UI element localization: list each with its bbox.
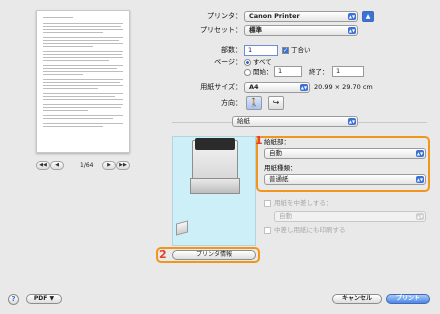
popup-arrows-icon: ▲▼ [300, 84, 308, 91]
media-type-value: 普通紙 [269, 175, 289, 183]
next-page-button[interactable]: ▶ [102, 161, 116, 170]
pages-from-label: 開始： [253, 68, 273, 76]
pages-all-label: すべて [253, 58, 272, 66]
page-indicator: 1/64 [80, 162, 94, 169]
pdf-menu-button[interactable]: PDF ▼ [26, 294, 62, 304]
print-preview-page [36, 10, 130, 153]
change-paper-checkbox[interactable] [264, 200, 271, 207]
orientation-label: 方向： [221, 99, 242, 107]
callout-number-1: 1 [255, 134, 263, 147]
paper-source-select[interactable]: 自動 ▲▼ [264, 148, 426, 159]
pages-to-field[interactable]: 1 [332, 66, 364, 77]
popup-arrows-icon: ▲▼ [416, 176, 424, 183]
paper-size-select[interactable]: A4 ▲▼ [244, 82, 310, 93]
printer-select[interactable]: Canon Printer ▲▼ [244, 11, 358, 22]
collate-checkbox[interactable]: ✓ [282, 47, 289, 54]
paper-size-value: A4 [249, 83, 259, 91]
popup-arrows-icon: ▲▼ [348, 27, 356, 34]
change-paper-value: 自動 [279, 212, 292, 220]
media-type-select[interactable]: 普通紙 ▲▼ [264, 174, 426, 185]
printer-info-button[interactable]: プリンタ情報 [172, 250, 256, 260]
disclosure-triangle-icon[interactable]: ▲ [362, 11, 374, 22]
printer-label: プリンタ： [207, 12, 242, 20]
change-paper-select[interactable]: 自動 ▲▼ [274, 211, 426, 222]
paper-size-label: 用紙サイズ： [200, 83, 242, 91]
copies-label: 部数： [221, 46, 242, 54]
paper-size-dimensions: 20.99 × 29.70 cm [314, 83, 373, 91]
print-button[interactable]: プリント [386, 294, 430, 304]
pages-from-field[interactable]: 1 [274, 66, 302, 77]
preset-select-value: 標準 [249, 26, 262, 34]
printer-select-value: Canon Printer [249, 12, 300, 20]
media-type-label: 用紙種類： [264, 164, 297, 172]
section-select-value: 給紙 [237, 117, 250, 125]
callout-number-2: 2 [159, 248, 167, 261]
paper-source-value: 自動 [269, 149, 282, 157]
popup-arrows-icon: ▲▼ [348, 118, 356, 125]
popup-arrows-icon: ▲▼ [416, 150, 424, 157]
landscape-orientation-icon[interactable]: ↪ [268, 96, 284, 110]
previous-page-button[interactable]: ◀ [50, 161, 64, 170]
pages-range-radio[interactable] [244, 69, 251, 76]
pages-all-radio[interactable] [244, 59, 251, 66]
print-on-insert-label: 中差し用紙にも印刷する [274, 226, 346, 234]
printer-top-image [195, 138, 235, 150]
last-page-button[interactable]: ▶▶ [116, 161, 130, 170]
portrait-orientation-icon[interactable]: 🚶 [246, 96, 262, 110]
section-select[interactable]: 給紙 ▲▼ [232, 116, 358, 127]
preset-select[interactable]: 標準 ▲▼ [244, 25, 358, 36]
printer-tray-image [190, 178, 240, 194]
help-button[interactable]: ? [8, 294, 19, 305]
copies-field[interactable]: 1 [244, 45, 278, 56]
print-on-insert-checkbox[interactable] [264, 227, 271, 234]
cancel-button[interactable]: キャンセル [332, 294, 382, 304]
preset-label: プリセット： [200, 26, 242, 34]
change-paper-label: 用紙を中差しする： [274, 199, 333, 207]
collate-label: 丁合い [291, 46, 311, 54]
popup-arrows-icon: ▲▼ [416, 213, 424, 220]
popup-arrows-icon: ▲▼ [348, 13, 356, 20]
paper-source-label: 給紙部： [264, 138, 290, 146]
pages-label: ページ： [214, 58, 242, 66]
pages-to-label: 終了： [309, 68, 329, 76]
first-page-button[interactable]: ◀◀ [36, 161, 50, 170]
